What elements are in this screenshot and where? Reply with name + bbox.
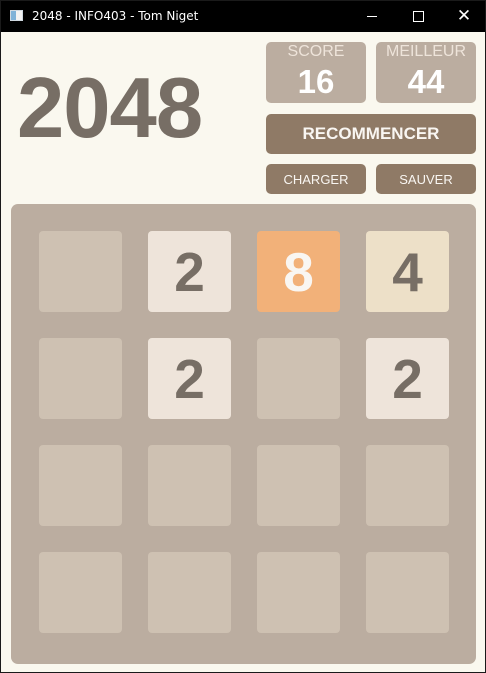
save-button[interactable]: SAUVER <box>376 164 476 194</box>
close-icon: ✕ <box>456 6 472 26</box>
score-box: SCORE 16 <box>266 42 366 103</box>
empty-cell <box>366 445 449 526</box>
title-bar[interactable]: 2048 - INFO403 - Tom Niget ✕ <box>1 1 485 32</box>
empty-cell <box>148 445 231 526</box>
empty-cell <box>148 552 231 633</box>
empty-cell <box>39 445 122 526</box>
restart-button[interactable]: RECOMMENCER <box>266 114 476 154</box>
app-window: 2048 - INFO403 - Tom Niget ✕ 2048 SCORE … <box>0 0 486 673</box>
empty-cell <box>257 445 340 526</box>
tile: 2 <box>366 338 449 419</box>
window-title: 2048 - INFO403 - Tom Niget <box>32 9 199 23</box>
score-label: SCORE <box>287 43 345 60</box>
minimize-button[interactable] <box>349 1 395 32</box>
empty-cell <box>39 231 122 312</box>
tile: 2 <box>148 338 231 419</box>
empty-cell <box>257 338 340 419</box>
app-icon <box>10 10 23 21</box>
empty-cell <box>257 552 340 633</box>
minimize-icon <box>367 16 377 17</box>
score-value: 16 <box>297 63 335 100</box>
best-score-box: MEILLEUR 44 <box>376 42 476 103</box>
empty-cell <box>39 338 122 419</box>
empty-cell <box>366 552 449 633</box>
tile: 2 <box>148 231 231 312</box>
tile: 8 <box>257 231 340 312</box>
game-logo: 2048 <box>17 61 203 156</box>
maximize-button[interactable] <box>395 1 441 32</box>
maximize-icon <box>412 11 424 22</box>
empty-cell <box>39 552 122 633</box>
best-score-value: 44 <box>407 63 445 100</box>
game-board[interactable]: 284 2 2 <box>11 204 476 664</box>
best-score-label: MEILLEUR <box>385 43 467 60</box>
load-button[interactable]: CHARGER <box>266 164 366 194</box>
tile: 4 <box>366 231 449 312</box>
close-button[interactable]: ✕ <box>441 1 486 32</box>
